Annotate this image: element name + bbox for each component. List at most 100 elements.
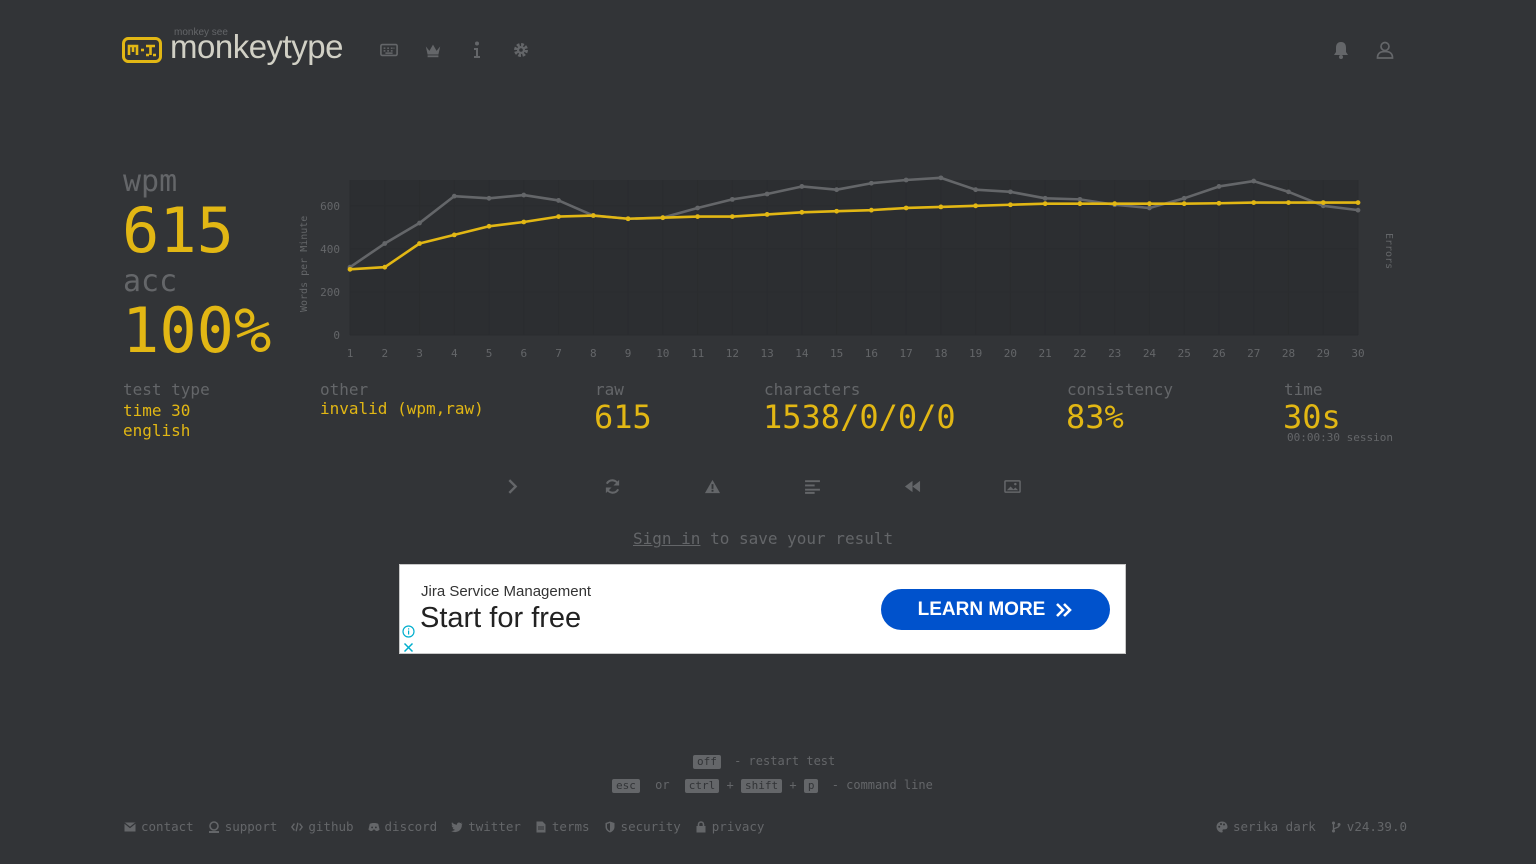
chart-point-wpm (625, 216, 631, 222)
chart-y2label: Errors (1383, 233, 1394, 269)
chart-x-tick: 25 (1178, 347, 1191, 360)
consistency-value[interactable]: 83% (1066, 398, 1124, 436)
chart-x-tick: 11 (691, 347, 704, 360)
chart-point-wpm (938, 204, 944, 210)
footer-discord-label: discord (384, 819, 438, 834)
ad-close-icon[interactable] (402, 639, 415, 653)
footer-discord[interactable]: discord (367, 819, 438, 834)
characters-value[interactable]: 1538/0/0/0 (763, 398, 956, 436)
chart-point-wpm (1251, 200, 1257, 206)
footer-privacy[interactable]: privacy (695, 819, 764, 834)
chart-point-wpm (1112, 201, 1118, 207)
acc-value[interactable]: 100% (122, 300, 271, 362)
footer-version[interactable]: v24.39.0 (1330, 819, 1407, 834)
chart-point-wpm (417, 241, 422, 246)
chart-point-wpm (764, 212, 770, 217)
user-icon[interactable] (1375, 40, 1395, 60)
code-branch-icon (1331, 821, 1341, 832)
replay-button[interactable] (897, 471, 927, 501)
signin-prompt: Sign in to save your result (633, 529, 893, 548)
chart-x-tick: 15 (830, 347, 843, 360)
code-icon (291, 822, 304, 831)
lock-icon (696, 820, 706, 832)
restart-button[interactable] (597, 471, 627, 501)
logo-text[interactable]: monkeytype (170, 28, 343, 66)
gear-icon[interactable] (511, 40, 531, 60)
footer-github-label: github (308, 819, 354, 834)
raw-value[interactable]: 615 (594, 398, 652, 436)
chart-point-wpm (973, 203, 979, 209)
footer-links: contact support github discord twitter t… (124, 819, 764, 834)
chart-x-tick: 20 (1004, 347, 1017, 360)
donate-icon (208, 820, 219, 833)
words-history-button[interactable] (797, 471, 827, 501)
wpm-chart[interactable]: Words per Minute Errors 1 2 3 4 5 6 7 8 9 10 11 12 1… (290, 170, 1410, 365)
chart-point-wpm (1216, 200, 1222, 206)
ad-brand: Jira Service Management (421, 583, 592, 600)
chart-point-raw (868, 180, 874, 186)
chart-x-tick: 21 (1039, 347, 1052, 360)
chart-x-tick: 14 (795, 347, 809, 360)
ad-headline[interactable]: Start for free (420, 602, 581, 635)
chart-x-tick: 28 (1282, 347, 1295, 360)
chart-point-wpm (729, 214, 735, 219)
chart-point-wpm (382, 264, 388, 270)
chart-point-raw (903, 177, 909, 183)
restart-hint-text: - restart test (734, 754, 836, 768)
hint-or: or (655, 778, 670, 792)
other-value: invalid (wpm,raw) (320, 399, 484, 418)
warning-icon (704, 479, 720, 493)
hint-plus: + (726, 778, 734, 792)
chart-x-tick: 6 (520, 347, 527, 360)
footer-twitter[interactable]: twitter (451, 819, 521, 834)
report-button[interactable] (697, 471, 727, 501)
crown-icon[interactable] (423, 40, 443, 60)
footer-terms[interactable]: terms (535, 819, 590, 834)
footer-contact-label: contact (141, 819, 194, 834)
chart-point-wpm (799, 209, 805, 215)
time-label: time (1284, 380, 1323, 399)
chart-x-tick: 29 (1317, 347, 1330, 360)
chart-x-tick: 16 (865, 347, 878, 360)
chart-x-tick: 5 (486, 347, 493, 360)
chart-point-raw (521, 192, 527, 198)
bell-icon[interactable] (1331, 40, 1351, 60)
logo-icon[interactable] (122, 37, 162, 63)
chart-x-tick: 24 (1143, 347, 1157, 360)
ad-learn-more-button[interactable]: LEARN MORE (881, 589, 1110, 630)
shield-icon (605, 821, 615, 832)
next-test-button[interactable] (497, 471, 527, 501)
key-p: p (803, 779, 819, 793)
command-line-hint: esc or ctrl + shift + p - command line (612, 778, 933, 793)
restart-hint: off - restart test (693, 754, 835, 769)
chart-point-wpm (1077, 201, 1083, 207)
footer-twitter-label: twitter (468, 819, 521, 834)
footer-contact[interactable]: contact (124, 819, 194, 834)
wpm-value[interactable]: 615 (122, 200, 234, 262)
chart-x-tick: 17 (900, 347, 913, 360)
ad-banner[interactable]: Jira Service Management Start for free L… (399, 564, 1126, 654)
envelope-icon (124, 822, 136, 831)
footer-github[interactable]: github (291, 819, 354, 834)
keyboard-icon[interactable] (379, 40, 399, 60)
chart-point-wpm (1042, 201, 1048, 207)
ad-info-icon[interactable] (402, 623, 415, 638)
chart-point-wpm (486, 223, 492, 229)
chart-point-wpm (868, 207, 874, 213)
other-label: other (320, 380, 369, 399)
key-ctrl: ctrl (684, 779, 720, 793)
footer-theme[interactable]: serika dark (1216, 819, 1316, 834)
screenshot-button[interactable] (997, 471, 1027, 501)
info-icon[interactable] (467, 40, 487, 60)
chart-y-tick: 200 (320, 286, 340, 299)
chart-point-raw (799, 184, 805, 189)
refresh-icon (605, 478, 619, 494)
chart-point-raw (1008, 189, 1013, 195)
hint-plus: + (789, 778, 797, 792)
signin-link[interactable]: Sign in (633, 529, 700, 548)
footer-support[interactable]: support (208, 819, 277, 834)
footer-security[interactable]: security (604, 819, 681, 834)
chart-x-tick: 13 (760, 347, 773, 360)
chart-x-tick: 8 (590, 347, 597, 360)
chart-point-wpm (695, 214, 700, 219)
